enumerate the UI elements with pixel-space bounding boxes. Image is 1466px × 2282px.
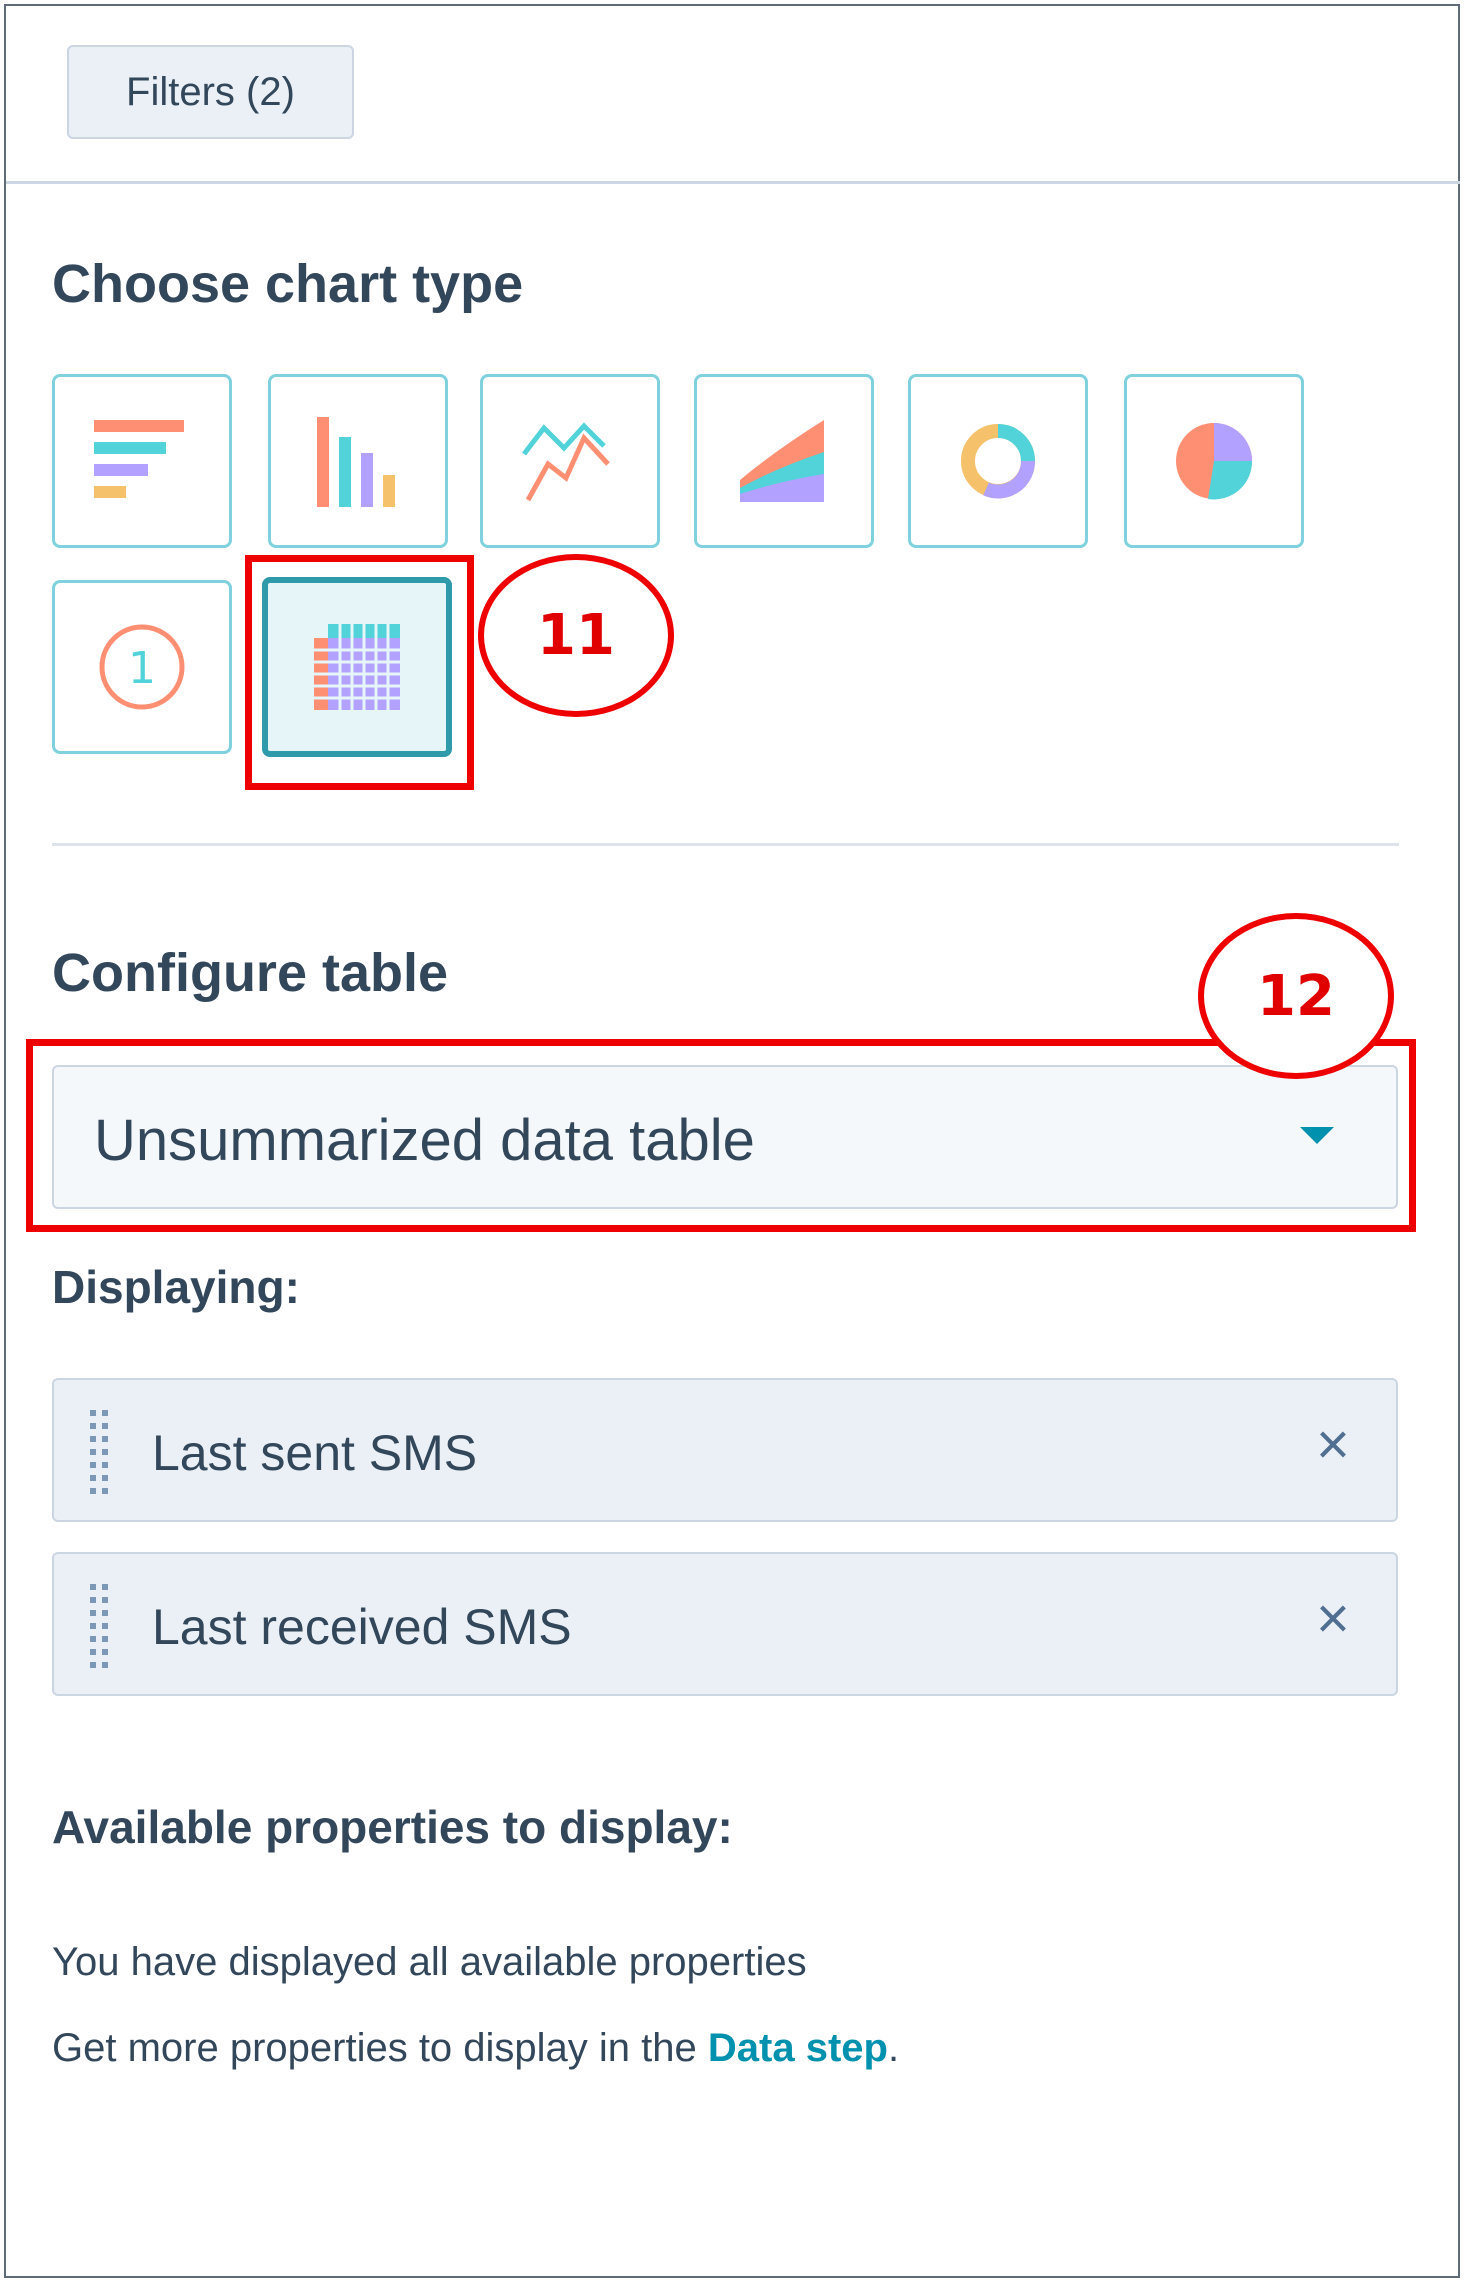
- property-label: Last sent SMS: [152, 1425, 478, 1481]
- drag-handle-icon[interactable]: [90, 1410, 108, 1494]
- drag-handle-icon[interactable]: [90, 1584, 108, 1668]
- choose-chart-type-title: Choose chart type: [52, 254, 524, 314]
- chart-type-area[interactable]: [694, 374, 874, 548]
- line-chart-icon: [522, 422, 610, 502]
- chart-type-line[interactable]: [480, 374, 660, 548]
- chart-type-donut[interactable]: [908, 374, 1088, 548]
- data-step-link[interactable]: Data step: [708, 2026, 888, 2070]
- annotation-highlight-11: [245, 555, 474, 790]
- annotation-badge-12: 12: [1198, 913, 1394, 1079]
- single-value-icon: 1: [99, 624, 185, 710]
- hint-prefix: Get more properties to display in the: [52, 2026, 708, 2070]
- area-chart-icon: [740, 420, 824, 502]
- chart-type-horizontal-bar[interactable]: [52, 374, 232, 548]
- donut-chart-icon: [961, 424, 1036, 499]
- svg-text:1: 1: [128, 643, 156, 694]
- remove-icon[interactable]: ×: [1316, 1590, 1350, 1648]
- annotation-badge-11: 11: [478, 554, 674, 717]
- divider: [52, 843, 1399, 846]
- horizontal-bar-chart-icon: [94, 420, 184, 498]
- pie-chart-icon: [1176, 423, 1253, 500]
- property-label: Last received SMS: [152, 1599, 572, 1655]
- displayed-property-row[interactable]: Last sent SMS ×: [52, 1378, 1398, 1522]
- divider: [6, 181, 1460, 184]
- filters-button[interactable]: Filters (2): [67, 45, 354, 139]
- chart-type-pie[interactable]: [1124, 374, 1304, 548]
- annotation-highlight-12: [26, 1039, 1416, 1232]
- displayed-property-row[interactable]: Last received SMS ×: [52, 1552, 1398, 1696]
- chart-type-single-value[interactable]: 1: [52, 580, 232, 754]
- remove-icon[interactable]: ×: [1316, 1416, 1350, 1474]
- available-properties-title: Available properties to display:: [52, 1801, 733, 1853]
- vertical-bar-chart-icon: [317, 417, 395, 507]
- hint-suffix: .: [887, 2026, 900, 2070]
- all-displayed-message: You have displayed all available propert…: [52, 1940, 807, 1984]
- chart-type-vertical-bar[interactable]: [268, 374, 448, 548]
- displaying-label: Displaying:: [52, 1261, 300, 1313]
- data-step-hint: Get more properties to display in the Da…: [52, 2026, 899, 2071]
- configure-table-title: Configure table: [52, 943, 449, 1003]
